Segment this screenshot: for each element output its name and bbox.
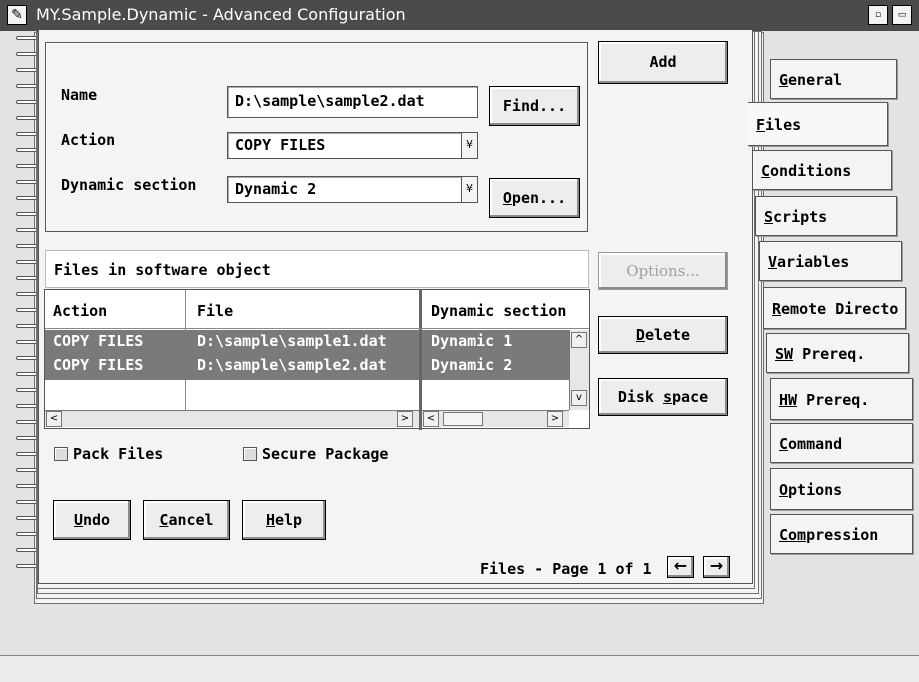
horizontal-scrollbar-left[interactable] xyxy=(45,410,419,427)
binding-coil xyxy=(16,356,36,360)
tab-variables[interactable]: Variables xyxy=(759,241,902,281)
status-bar xyxy=(0,655,919,682)
tab-command[interactable]: Command xyxy=(770,423,913,463)
binding-coil xyxy=(16,340,36,344)
scroll-right-icon[interactable]: > xyxy=(547,411,563,427)
binding-coil xyxy=(16,500,36,504)
pack-files-checkbox[interactable] xyxy=(54,447,68,461)
binding-coil xyxy=(16,212,36,216)
table-row-1-section[interactable]: Dynamic 1 xyxy=(431,332,512,350)
tab-conditions[interactable]: Conditions xyxy=(752,150,892,190)
binding-coil xyxy=(16,244,36,248)
binding-coil xyxy=(16,132,36,136)
binding-coil xyxy=(16,148,36,152)
binding-coil xyxy=(16,564,36,568)
scroll-up-icon[interactable]: ^ xyxy=(571,332,587,348)
dynamic-section-dropdown-icon[interactable]: ¥ xyxy=(461,177,477,202)
binding-coil xyxy=(16,516,36,520)
tab-remote-directories[interactable]: Remote Directo xyxy=(763,287,906,329)
binding-coil xyxy=(16,308,36,312)
add-button[interactable]: Add xyxy=(598,41,728,84)
binding-coil xyxy=(16,484,36,488)
secure-package-checkbox[interactable] xyxy=(243,447,257,461)
delete-button[interactable]: Delete xyxy=(598,316,728,354)
binding-coil xyxy=(16,276,36,280)
table-row-1-action[interactable]: COPY FILES xyxy=(53,332,143,350)
binding-coil xyxy=(16,228,36,232)
column-header-file[interactable]: File xyxy=(197,302,233,320)
scroll-left-icon[interactable]: < xyxy=(423,411,439,427)
binding-coil xyxy=(16,436,36,440)
action-dropdown-icon[interactable]: ¥ xyxy=(461,133,477,158)
name-label: Name xyxy=(61,86,98,104)
help-button[interactable]: Help xyxy=(242,500,326,540)
minimize-button[interactable]: ▫ xyxy=(868,5,888,25)
open-button[interactable]: Open... xyxy=(489,178,580,218)
table-row-2-action[interactable]: COPY FILES xyxy=(53,356,143,374)
tab-scripts[interactable]: Scripts xyxy=(755,196,897,236)
maximize-button[interactable]: ▭ xyxy=(892,5,912,25)
options-button[interactable]: Options... xyxy=(598,252,728,290)
action-combo-value: COPY FILES xyxy=(235,136,326,154)
binding-coil xyxy=(16,84,36,88)
tab-general[interactable]: General xyxy=(770,59,897,99)
secure-package-label[interactable]: Secure Package xyxy=(262,445,388,463)
binding-coil xyxy=(16,164,36,168)
binding-coil xyxy=(16,36,36,40)
column-header-dynamic-section[interactable]: Dynamic section xyxy=(431,302,566,320)
tab-compression[interactable]: Compression xyxy=(770,514,913,554)
page-indicator: Files - Page 1 of 1 xyxy=(480,560,652,578)
cancel-button[interactable]: Cancel xyxy=(143,500,230,540)
list-title-bar: Files in software object xyxy=(45,250,589,288)
binding-coil xyxy=(16,68,36,72)
action-combo[interactable]: COPY FILES xyxy=(227,132,478,159)
binding-coil xyxy=(16,180,36,184)
tab-options[interactable]: Options xyxy=(770,468,913,510)
name-input[interactable]: D:\sample\sample2.dat xyxy=(227,86,478,118)
column-header-action[interactable]: Action xyxy=(53,302,107,320)
table-row-2-file[interactable]: D:\sample\sample2.dat xyxy=(197,356,387,374)
window-title: MY.Sample.Dynamic - Advanced Configurati… xyxy=(36,5,406,24)
binding-coil xyxy=(16,388,36,392)
files-list[interactable]: Action File Dynamic section COPY FILES D… xyxy=(44,289,590,430)
header-divider xyxy=(45,328,589,329)
binding-coil xyxy=(16,52,36,56)
binding-coil xyxy=(16,292,36,296)
binding-coil xyxy=(16,116,36,120)
find-button[interactable]: Find... xyxy=(489,86,580,126)
binding-coil xyxy=(16,548,36,552)
action-label: Action xyxy=(61,131,116,149)
dynamic-section-combo[interactable]: Dynamic 2 xyxy=(227,176,478,203)
binding-coil xyxy=(16,324,36,328)
disk-space-button[interactable]: Disk space xyxy=(598,378,728,416)
list-title: Files in software object xyxy=(54,261,271,279)
binding-coil xyxy=(16,372,36,376)
window-icon[interactable]: ✎ xyxy=(7,5,27,25)
tab-sw-prereq[interactable]: SW Prereq. xyxy=(766,333,909,373)
tab-files[interactable]: Files xyxy=(748,102,888,146)
dynamic-section-label: Dynamic section xyxy=(61,176,197,194)
dynamic-section-combo-value: Dynamic 2 xyxy=(235,180,317,198)
binding-coil xyxy=(16,532,36,536)
scroll-right-icon[interactable]: > xyxy=(397,411,413,427)
tab-hw-prereq[interactable]: HW Prereq. xyxy=(770,378,913,420)
binding-coil xyxy=(16,260,36,264)
undo-button[interactable]: Undo xyxy=(53,500,131,540)
next-page-arrow-icon[interactable]: → xyxy=(703,556,730,578)
binding-coil xyxy=(16,404,36,408)
scroll-left-icon[interactable]: < xyxy=(46,411,62,427)
binding-coil xyxy=(16,100,36,104)
scroll-thumb[interactable] xyxy=(443,412,483,426)
previous-page-arrow-icon[interactable]: ← xyxy=(667,556,694,578)
binding-coil xyxy=(16,196,36,200)
table-row-1-file[interactable]: D:\sample\sample1.dat xyxy=(197,332,387,350)
binding-coil xyxy=(16,468,36,472)
binding-coil xyxy=(16,420,36,424)
title-bar: ✎ MY.Sample.Dynamic - Advanced Configura… xyxy=(0,0,919,31)
table-row-2-section[interactable]: Dynamic 2 xyxy=(431,356,512,374)
pack-files-label[interactable]: Pack Files xyxy=(73,445,163,463)
scroll-down-icon[interactable]: v xyxy=(571,390,587,406)
notebook-binding xyxy=(14,36,38,581)
binding-coil xyxy=(16,452,36,456)
